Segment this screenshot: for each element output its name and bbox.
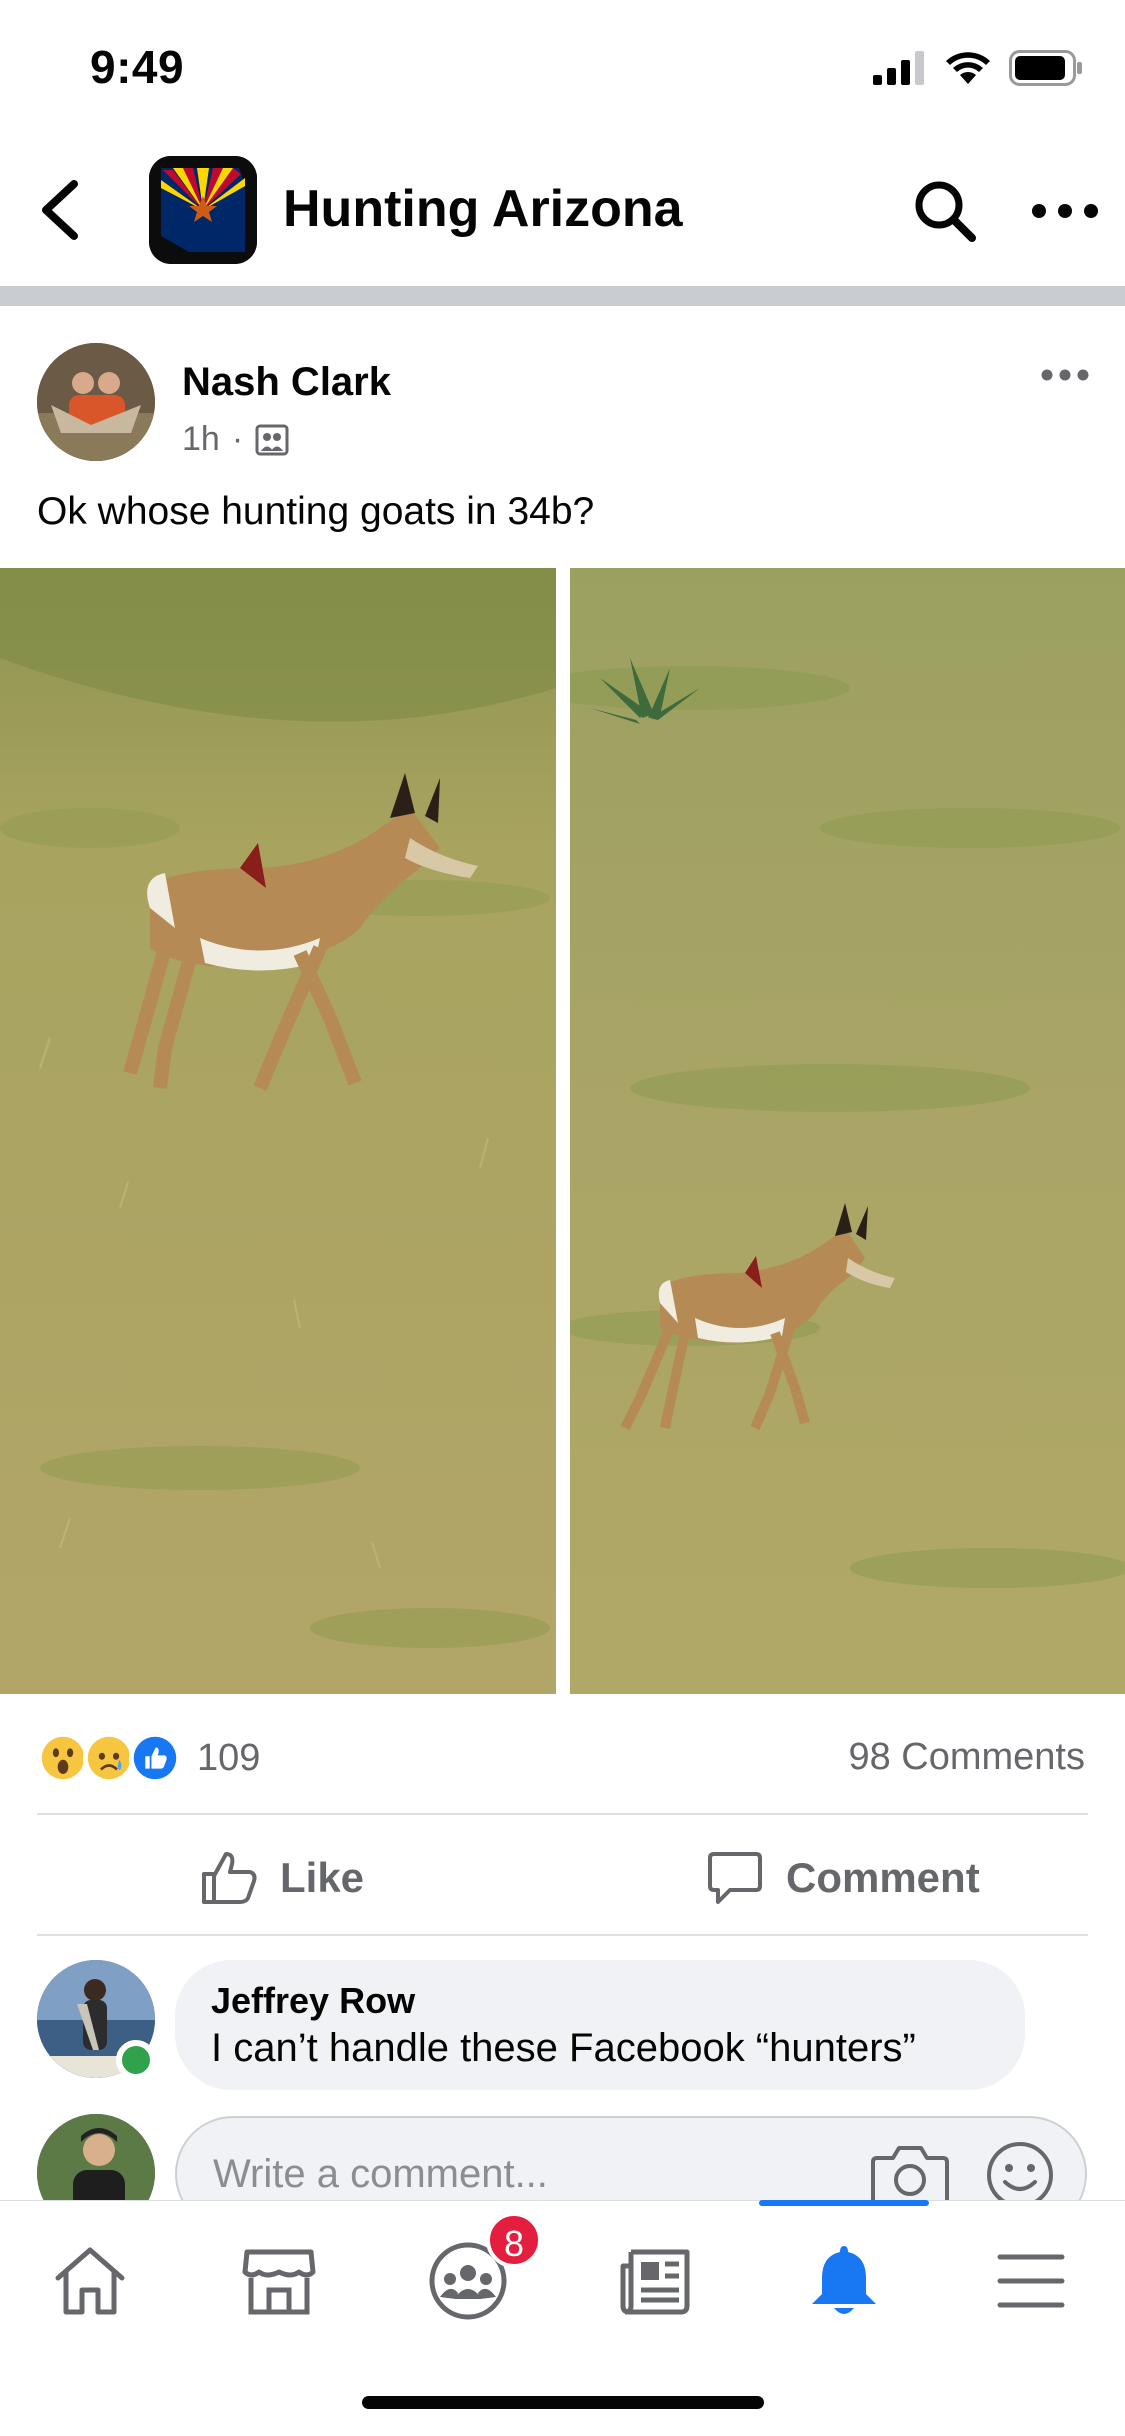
group-privacy-icon [255,424,289,455]
online-status-indicator [116,2040,156,2080]
status-time: 9:49 [90,41,185,93]
like-reaction-icon [129,1732,181,1784]
author-name[interactable]: Nash Clark [182,360,391,405]
post-photo-2[interactable] [570,568,1125,1694]
marketplace-icon [242,2249,316,2315]
divider [37,1813,1088,1815]
post-time[interactable]: 1h [182,420,220,459]
search-icon[interactable] [912,178,978,244]
active-tab-indicator [759,2200,929,2206]
antelope-photo-2 [570,568,1125,1694]
wifi-icon [946,52,990,84]
status-bar: 9:49 [0,0,1125,132]
comment-author[interactable]: Jeffrey Row [211,1980,989,2022]
battery-icon [1009,50,1082,86]
divider [37,1934,1088,1936]
comment-placeholder: Write a comment... [213,2152,548,2196]
menu-icon [997,2254,1065,2308]
sad-reaction-icon [83,1732,135,1784]
comment-text: I can’t handle these Facebook “hunters” [211,2026,916,2070]
home-indicator[interactable] [362,2396,764,2409]
back-icon[interactable] [38,180,84,240]
comment-button[interactable]: Comment [706,1846,980,1910]
tab-marketplace[interactable] [229,2231,329,2331]
status-icons [873,50,1083,86]
signal-icon [873,51,924,85]
comment-icon [708,1852,762,1904]
author-avatar[interactable] [37,343,155,461]
groups-badge: 8 [486,2212,542,2268]
notifications-icon [812,2246,876,2314]
like-icon [202,1852,257,1904]
post-meta: 1h · [182,420,289,459]
tab-menu[interactable] [981,2231,1081,2331]
home-icon [55,2247,125,2315]
comment-label: Comment [786,1854,980,1901]
post-photo-1[interactable] [0,568,556,1694]
group-title[interactable]: Hunting Arizona [283,179,683,239]
comment-count[interactable]: 98 Comments [848,1736,1085,1779]
arizona-flag-icon [149,156,257,264]
tab-news[interactable] [605,2231,705,2331]
news-icon [620,2249,690,2315]
antelope-photo-1 [0,568,556,1694]
more-icon[interactable] [1030,202,1100,220]
author-photo [37,343,155,461]
wow-reaction-icon [37,1732,89,1784]
post-more-icon[interactable] [1040,368,1090,382]
section-divider [0,286,1125,306]
camera-icon[interactable] [871,2142,949,2208]
reaction-summary[interactable]: 109 [37,1732,260,1784]
reaction-count: 109 [197,1736,261,1779]
meta-separator: · [231,420,244,458]
group-header: Hunting Arizona [0,132,1125,286]
comment-bubble[interactable]: Jeffrey Row I can’t handle these Faceboo… [175,1960,1025,2090]
tab-notifications[interactable] [794,2231,894,2331]
group-avatar[interactable] [149,156,257,264]
post-text: Ok whose hunting goats in 34b? [37,490,595,533]
tab-home[interactable] [40,2231,140,2331]
like-label: Like [280,1854,365,1901]
like-button[interactable]: Like [200,1846,364,1910]
